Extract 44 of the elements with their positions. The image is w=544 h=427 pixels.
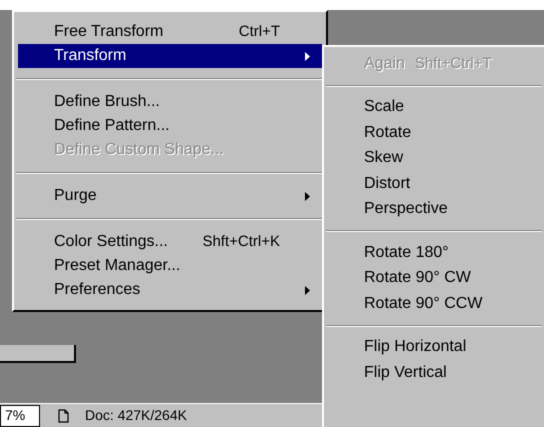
menu-item[interactable]: Preferences — [18, 278, 322, 302]
zoom-field[interactable]: 7% — [0, 404, 40, 426]
shortcut-text: Ctrl+T — [238, 22, 280, 42]
menu-item-label: Distort — [364, 174, 410, 194]
shortcut-text: Shft+Ctrl+T — [414, 54, 492, 74]
menu-item-label: Again — [364, 54, 405, 74]
menu-item[interactable]: Scale — [328, 94, 540, 120]
menu-item[interactable]: Define Pattern... — [18, 114, 322, 138]
menu-item-label: Define Pattern... — [54, 116, 170, 136]
menu-item-label: Preset Manager... — [54, 256, 180, 276]
menu-item[interactable]: Rotate 90° CW — [328, 266, 540, 291]
menu-item-label: Skew — [364, 148, 404, 168]
menu-item-label: Flip Vertical — [364, 362, 447, 383]
menu-item-label: Rotate 90° CW — [364, 268, 471, 288]
menu-item[interactable]: Color Settings... Shft+Ctrl+K — [18, 230, 322, 254]
menu-item-label: Flip Horizontal — [364, 337, 466, 358]
menu-item-label: Rotate 180° — [364, 242, 449, 263]
menu-item[interactable]: Perspective — [328, 196, 540, 222]
document-icon — [58, 408, 69, 422]
doc-size-text: Doc: 427K/264K — [85, 406, 187, 425]
menu-item[interactable]: Define Brush... — [18, 90, 322, 114]
menu-item[interactable]: Rotate — [328, 120, 540, 146]
menu-item[interactable]: Flip Vertical — [328, 360, 540, 386]
menu-item[interactable]: Preset Manager... — [18, 254, 322, 278]
menu-item[interactable]: Skew — [328, 146, 540, 171]
menu-item-label: Transform — [54, 46, 126, 66]
menu-item-label: Perspective — [364, 199, 448, 220]
menu-item[interactable]: Transform — [18, 44, 322, 68]
menu-item-label: Color Settings... — [54, 232, 168, 252]
menu-item[interactable]: Purge — [18, 184, 322, 208]
menu-item[interactable]: Free Transform Ctrl+T — [18, 20, 322, 44]
menu-item-label: Rotate — [364, 122, 412, 143]
menu-item[interactable]: Rotate 90° CCW — [328, 291, 540, 316]
menu-item-label: Define Brush... — [54, 92, 160, 112]
shortcut-text: Shft+Ctrl+K — [202, 232, 280, 252]
menu-item[interactable]: Distort — [328, 171, 540, 196]
menu-item-label: Purge — [54, 186, 97, 206]
menu-item[interactable]: Rotate 180° — [328, 240, 540, 266]
menu-item-label: Free Transform — [54, 22, 164, 42]
menu-item-label: Define Custom Shape... — [54, 140, 224, 160]
menu-item-label: Scale — [364, 97, 404, 118]
menu-item[interactable]: Flip Horizontal — [328, 334, 540, 360]
menu-item-label: Preferences — [54, 280, 140, 300]
menu-item-label: Rotate 90° CCW — [364, 294, 482, 314]
